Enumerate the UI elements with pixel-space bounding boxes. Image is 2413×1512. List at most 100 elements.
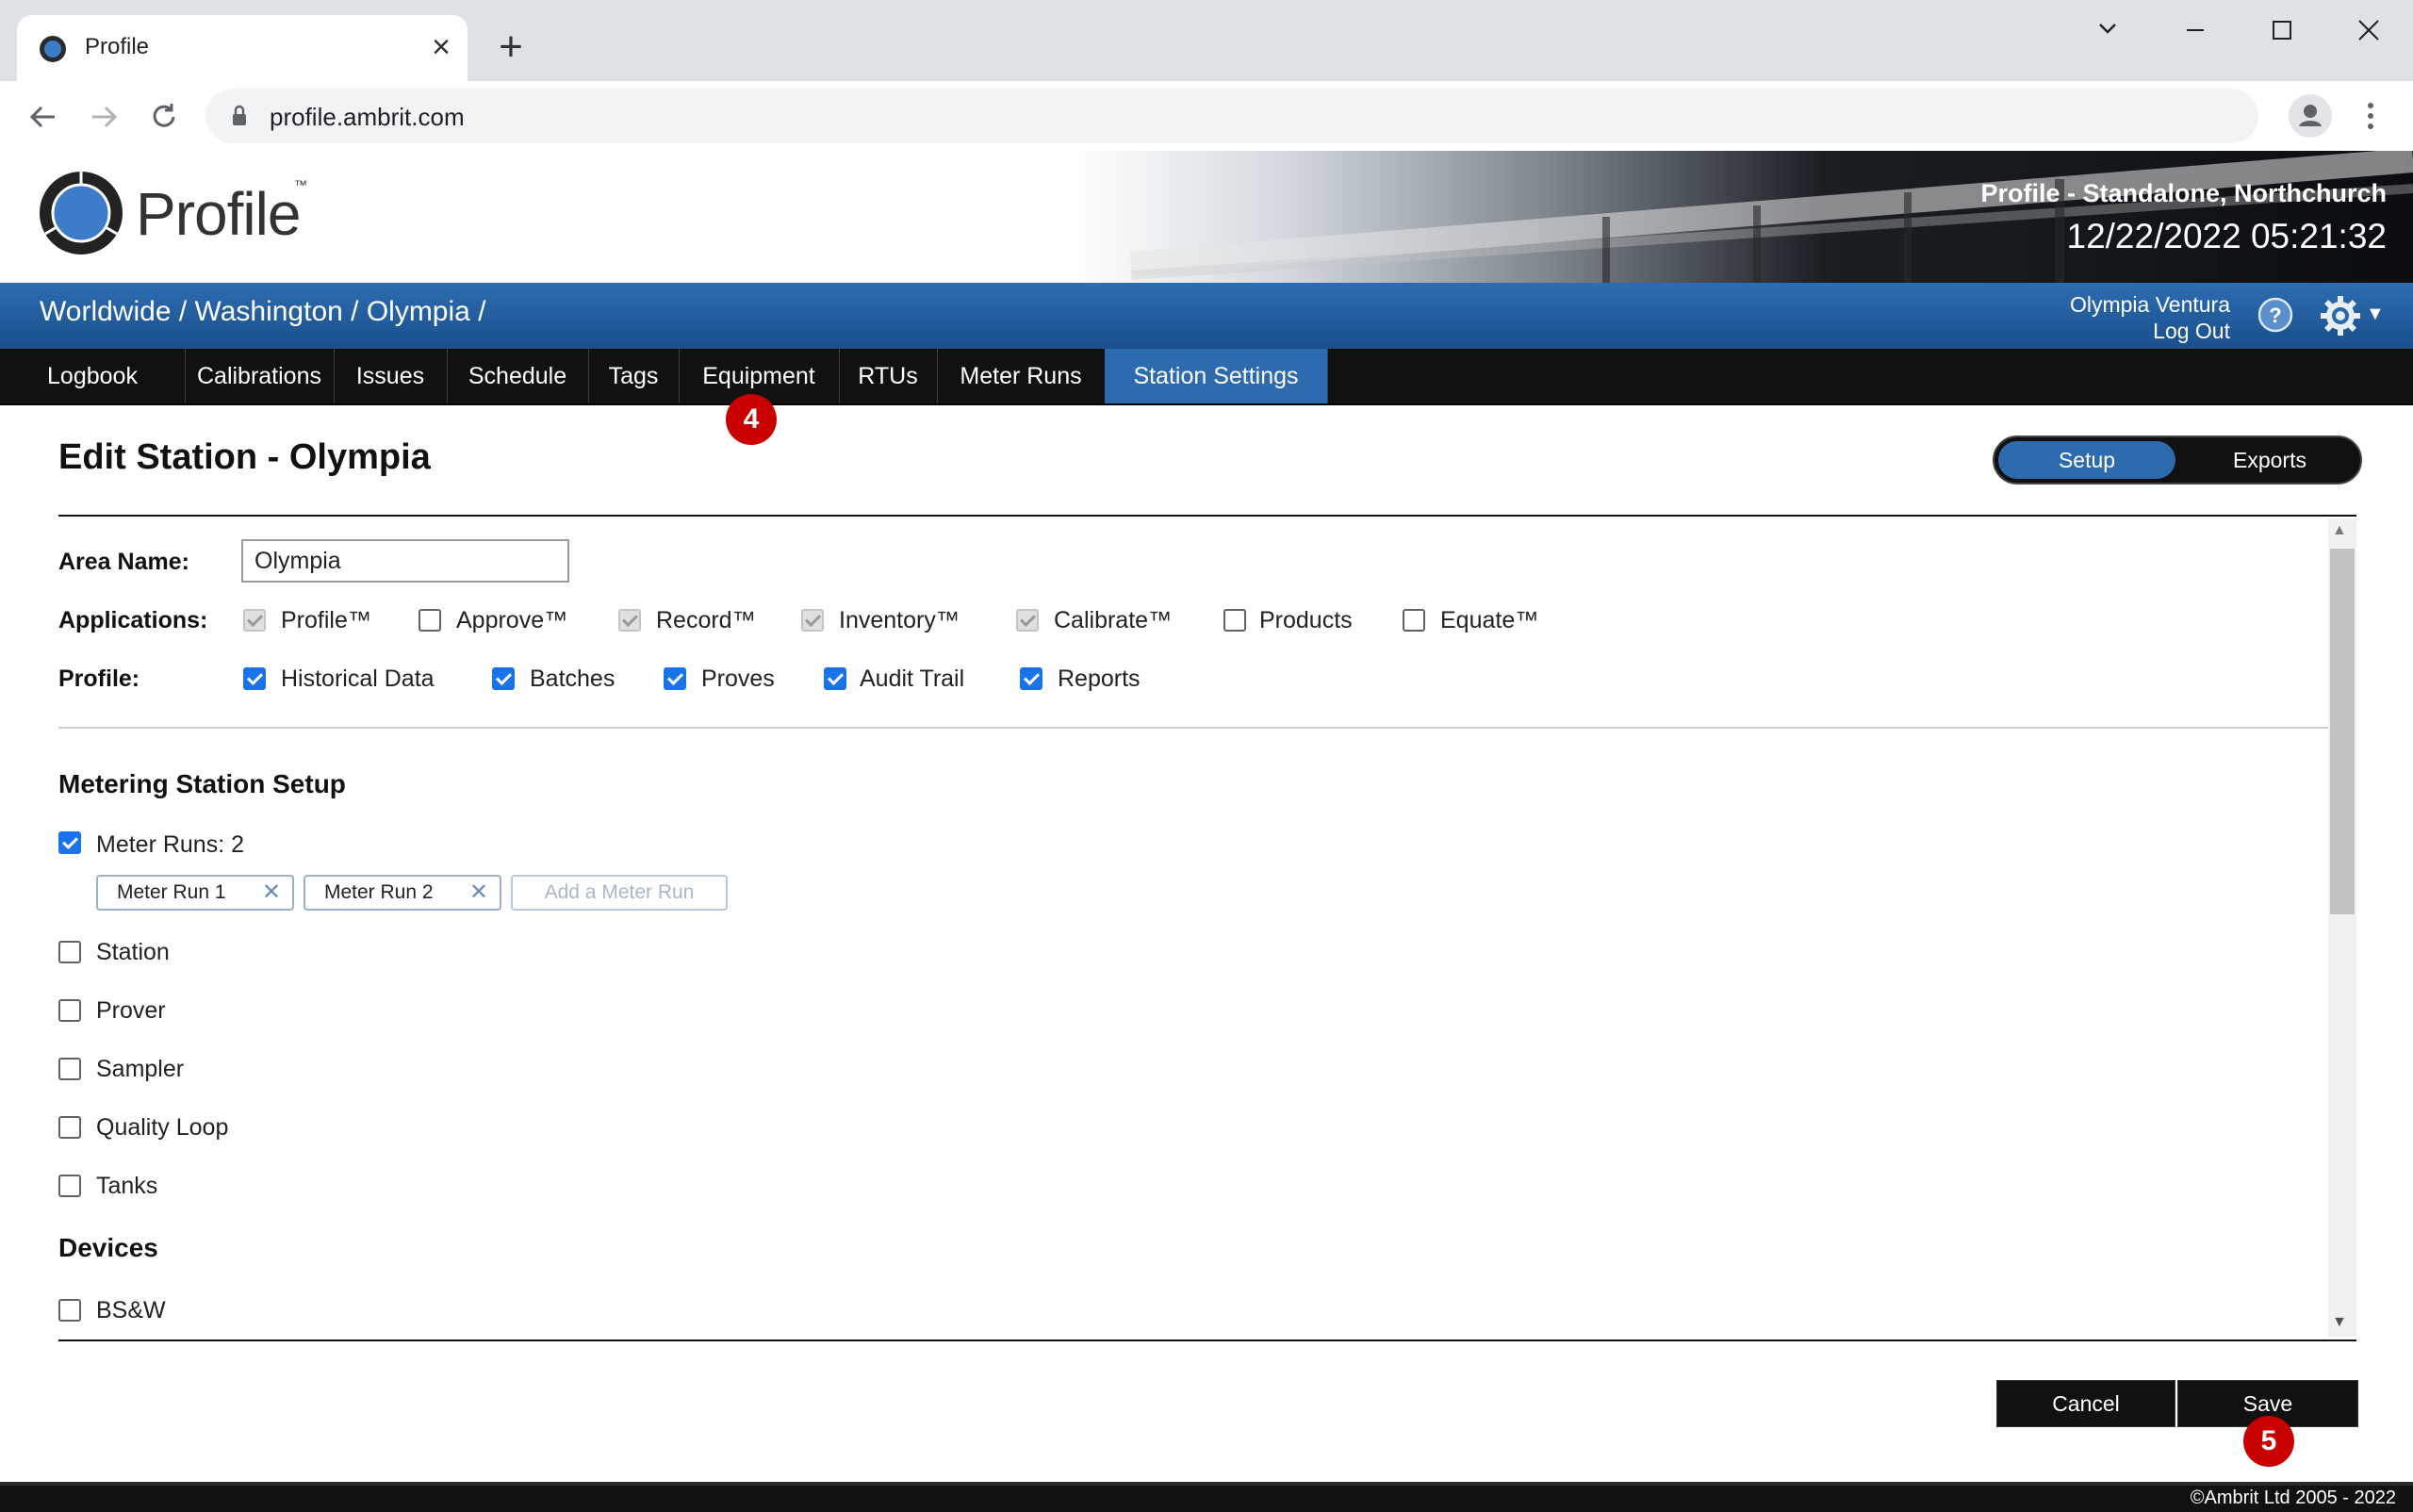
toggle-setup[interactable]: Setup [1998,441,2175,479]
page-title: Edit Station - Olympia [58,437,431,477]
toggle-exports[interactable]: Exports [2183,441,2356,479]
scroll-down-icon[interactable]: ▼ [2332,1314,2347,1331]
address-bar[interactable]: profile.ambrit.com [205,89,2258,143]
browser-toolbar: profile.ambrit.com [0,81,2413,151]
tab-station-settings[interactable]: Station Settings [1105,349,1328,403]
reports-label: Reports [1058,666,1141,692]
logout-link[interactable]: Log Out [2153,319,2230,344]
footer: ©Ambrit Ltd 2005 - 2022 [0,1482,2413,1512]
chevron-down-icon[interactable]: ▼ [2366,304,2385,325]
remove-chip-icon[interactable]: ✕ [262,877,281,909]
prover-label: Prover [96,997,166,1024]
divider [58,515,2356,517]
approve-app-checkbox[interactable] [419,609,441,632]
tab-close-icon[interactable]: × [422,28,460,66]
profile-label: Profile: [58,666,140,692]
meter-run-chip-label: Meter Run 1 [117,881,226,903]
approve-app-label: Approve™ [456,607,568,633]
tab-title: Profile [85,34,150,59]
divider [58,1339,2356,1341]
tab-schedule[interactable]: Schedule [447,349,589,403]
tab-tags[interactable]: Tags [588,349,680,403]
browser-profile-icon[interactable] [2289,94,2332,138]
profile-logo-icon [40,172,123,255]
close-window-icon[interactable] [2334,9,2402,51]
profile-logo[interactable]: Profile ™ [38,170,307,261]
proves-label: Proves [701,666,775,692]
meter-run-chip-label: Meter Run 2 [324,881,434,903]
quality-loop-checkbox[interactable] [58,1116,81,1139]
reports-checkbox[interactable] [1020,667,1042,690]
equate-app-label: Equate™ [1440,607,1539,633]
record-app-checkbox [618,609,641,632]
browser-tab[interactable]: Profile × [17,15,468,81]
minimize-icon[interactable] [2160,9,2228,51]
historical-data-checkbox[interactable] [243,667,266,690]
area-name-input[interactable]: Olympia [241,539,569,583]
tab-search-icon[interactable] [2074,9,2142,51]
meter-runs-label: Meter Runs: 2 [96,831,245,858]
reload-icon[interactable] [143,96,185,138]
setup-exports-toggle: Setup Exports [1993,436,2362,485]
sampler-checkbox[interactable] [58,1058,81,1080]
help-icon[interactable]: ? [2257,296,2294,334]
tab-logbook[interactable]: Logbook [0,349,186,403]
profile-app-label: Profile™ [281,607,371,633]
meter-run-chip[interactable]: Meter Run 2 ✕ [304,875,501,911]
url-text: profile.ambrit.com [270,103,465,131]
tab-calibrations[interactable]: Calibrations [185,349,335,403]
calibrate-app-label: Calibrate™ [1054,607,1173,633]
new-tab-icon[interactable]: + [486,26,535,70]
historical-data-label: Historical Data [281,666,435,692]
back-icon[interactable] [23,96,64,138]
products-app-checkbox[interactable] [1223,609,1246,632]
meter-run-chip[interactable]: Meter Run 1 ✕ [96,875,294,911]
remove-chip-icon[interactable]: ✕ [469,877,488,909]
batches-label: Batches [530,666,616,692]
profile-app-checkbox [243,609,266,632]
divider [58,727,2328,729]
lock-icon [233,105,246,125]
step-badge-5: 5 [2243,1416,2294,1467]
metering-section-title: Metering Station Setup [58,769,346,798]
tab-issues[interactable]: Issues [334,349,448,403]
tab-meter-runs[interactable]: Meter Runs [937,349,1106,403]
devices-section-title: Devices [58,1233,158,1262]
browser-menu-icon[interactable] [2356,94,2385,138]
forward-icon[interactable] [83,96,124,138]
station-label: Profile - Standalone, Northchurch [1980,179,2387,207]
datetime-display: 12/22/2022 05:21:32 [2066,217,2388,255]
step-badge-4: 4 [726,394,777,445]
station-checkbox[interactable] [58,941,81,963]
quality-loop-label: Quality Loop [96,1114,229,1141]
proves-checkbox[interactable] [664,667,686,690]
gear-icon[interactable] [2319,294,2362,337]
main-nav: Logbook Calibrations Issues Schedule Tag… [0,349,2413,405]
audit-trail-label: Audit Trail [860,666,965,692]
app-header: Profile ™ Profile - Standalone, Northchu… [0,151,2413,283]
meter-runs-checkbox[interactable] [58,831,81,854]
batches-checkbox[interactable] [492,667,515,690]
tanks-checkbox[interactable] [58,1175,81,1197]
equate-app-checkbox[interactable] [1403,609,1425,632]
tab-rtus[interactable]: RTUs [839,349,938,403]
scroll-up-icon[interactable]: ▲ [2332,522,2347,539]
inventory-app-label: Inventory™ [839,607,960,633]
browser-chrome: Profile × + profile.ambrit.com [0,0,2413,152]
breadcrumb[interactable]: Worldwide / Washington / Olympia / [40,296,486,328]
bsw-checkbox[interactable] [58,1299,81,1322]
sampler-label: Sampler [96,1056,185,1082]
add-meter-run-button[interactable]: Add a Meter Run [511,875,728,911]
area-name-label: Area Name: [58,549,189,575]
copyright-text: ©Ambrit Ltd 2005 - 2022 [2190,1487,2396,1508]
cancel-button[interactable]: Cancel [1996,1380,2175,1427]
scrollbar-thumb[interactable] [2330,549,2355,914]
tanks-label: Tanks [96,1173,158,1199]
logo-text: Profile [136,180,301,248]
prover-checkbox[interactable] [58,999,81,1022]
audit-trail-checkbox[interactable] [824,667,846,690]
maximize-icon[interactable] [2247,9,2315,51]
user-name[interactable]: Olympia Ventura [2070,292,2230,318]
logo-trademark: ™ [294,177,307,192]
applications-label: Applications: [58,607,208,633]
